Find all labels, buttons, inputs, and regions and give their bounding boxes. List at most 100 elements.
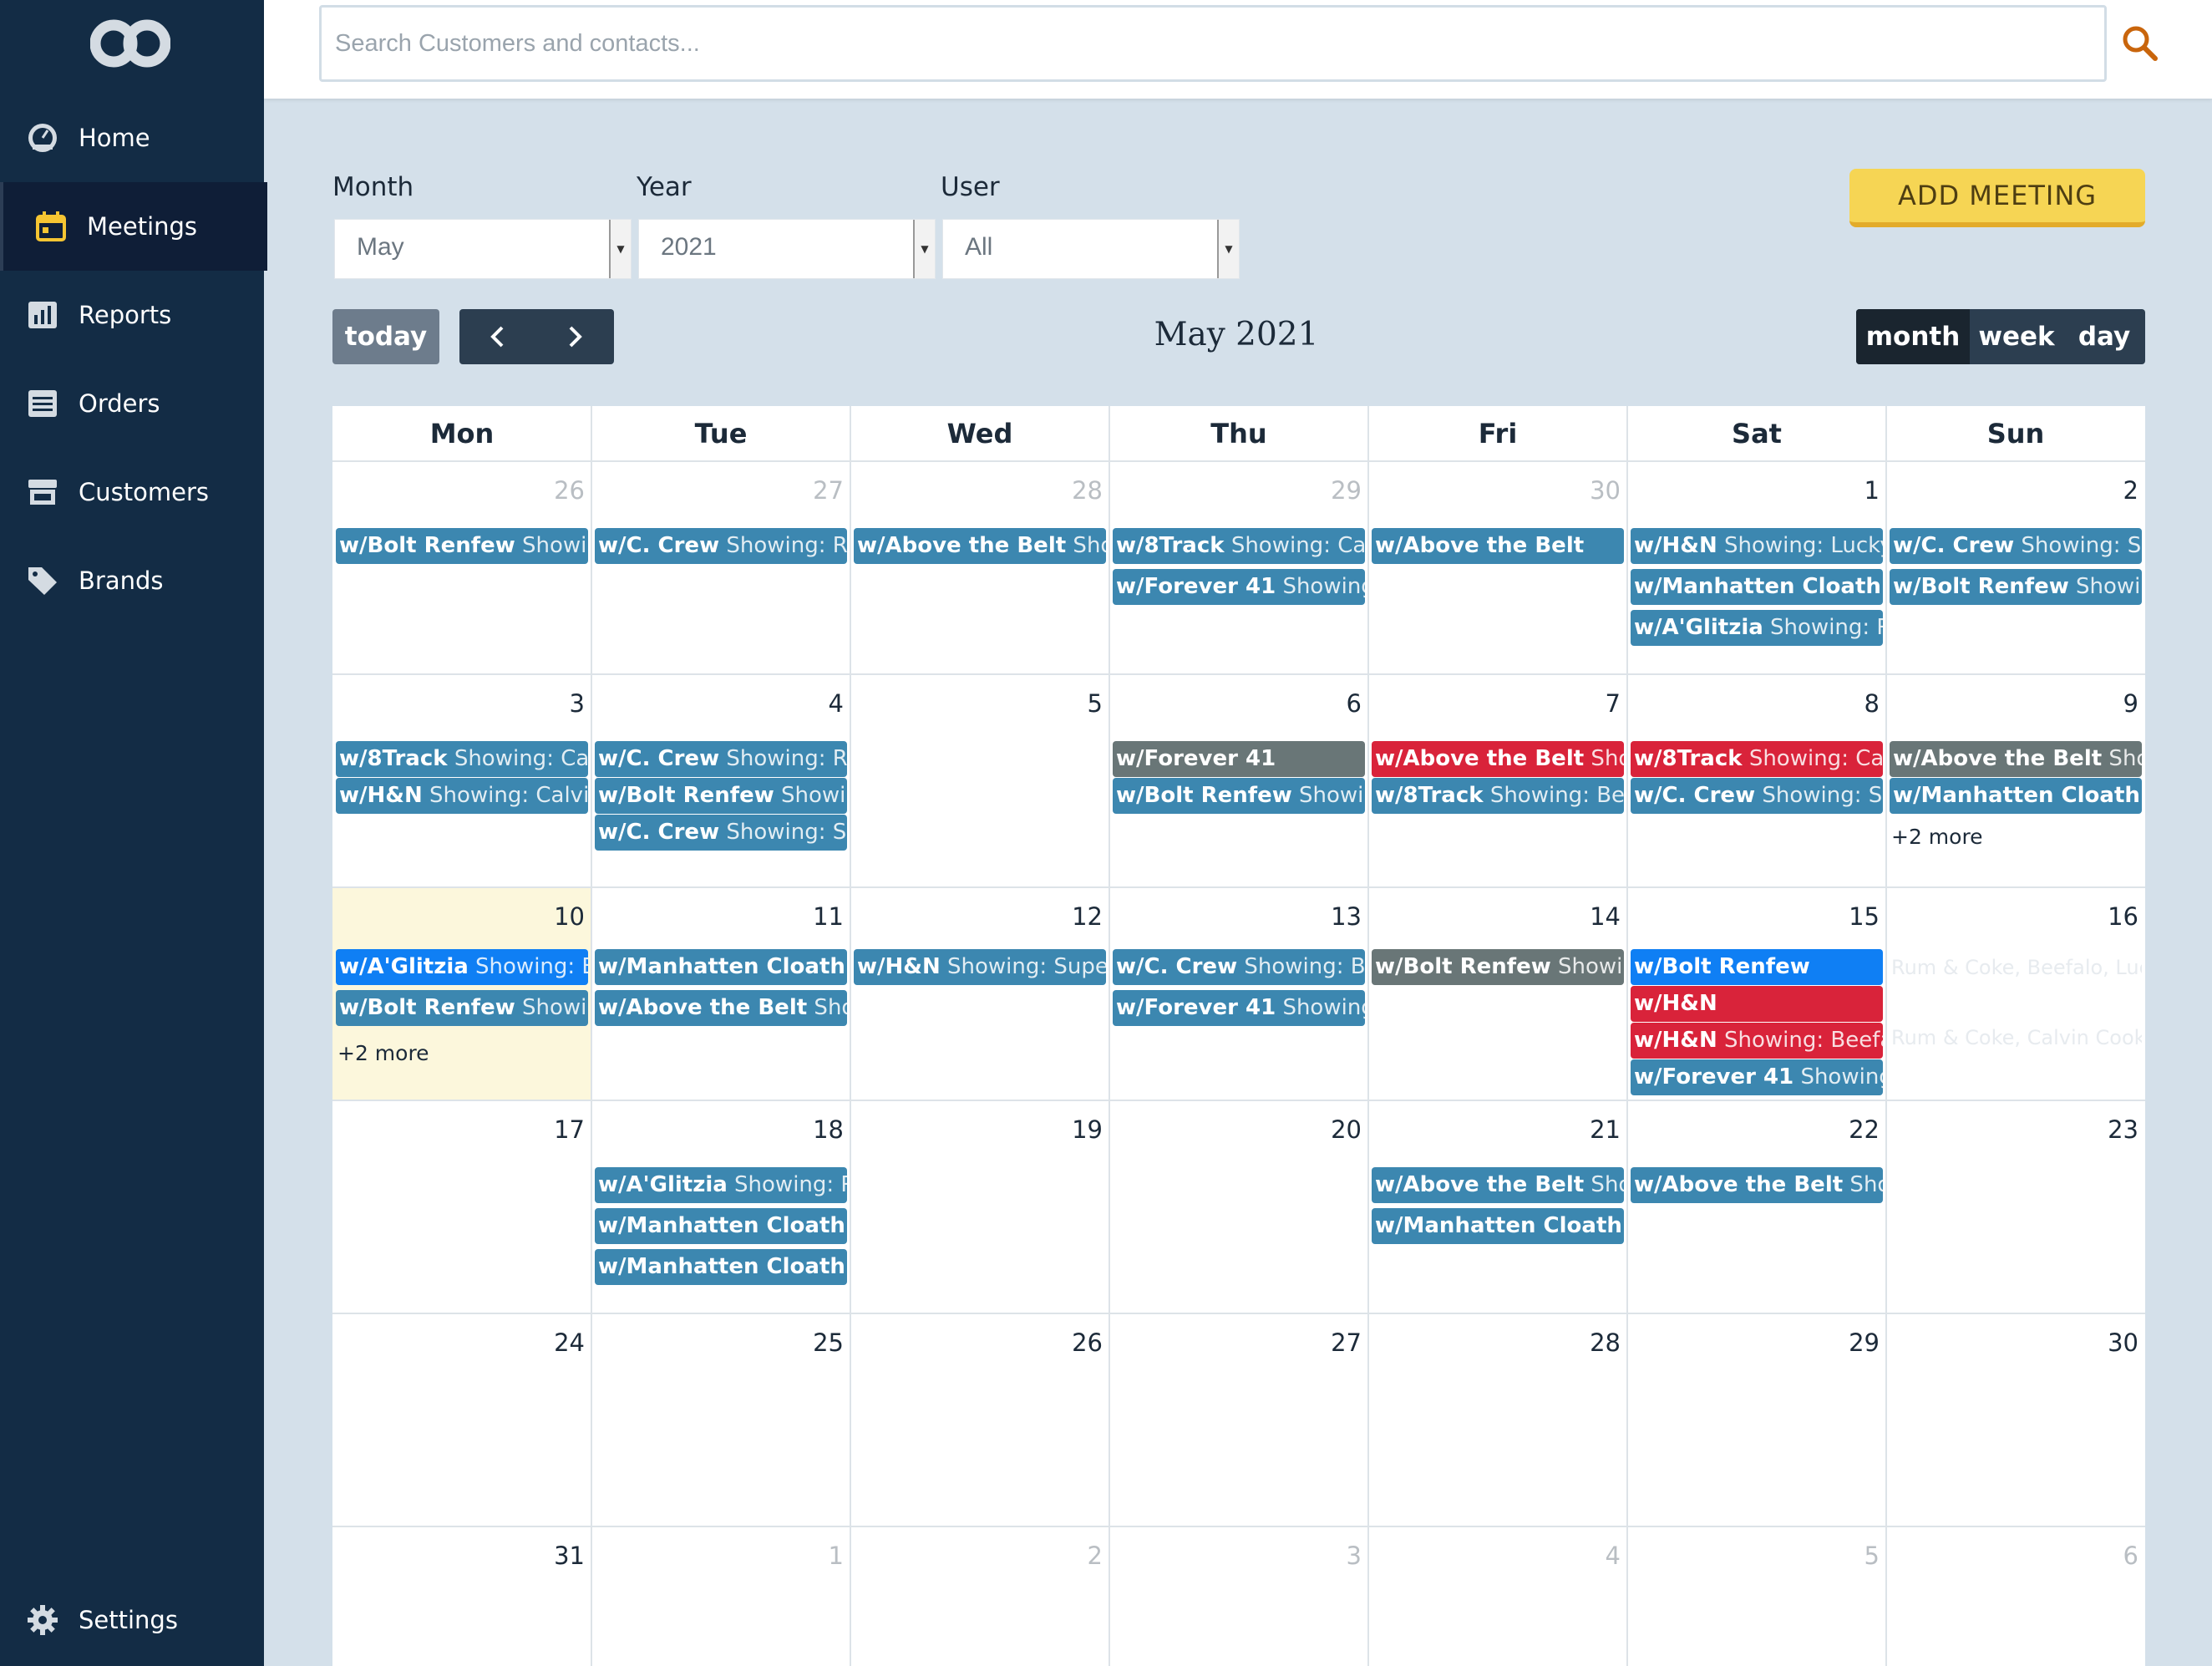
add-meeting-button[interactable]: ADD MEETING: [1849, 169, 2145, 227]
calendar-event[interactable]: w/C. Crew Showing: Super: [1890, 528, 2142, 564]
sidebar-item-brands[interactable]: Brands: [0, 536, 264, 625]
day-number[interactable]: 25: [794, 1328, 844, 1357]
day-number[interactable]: 28: [1053, 476, 1103, 505]
calendar-event[interactable]: w/Above the Belt Showing: [595, 990, 847, 1026]
day-number[interactable]: 7: [1570, 689, 1621, 718]
calendar-event[interactable]: w/H&N Showing: SuperW: [854, 949, 1106, 985]
calendar-event[interactable]: w/Manhatten Cloathing: [1631, 569, 1883, 605]
calendar-event[interactable]: w/Above the Belt: [1372, 528, 1624, 564]
sidebar-item-orders[interactable]: Orders: [0, 359, 264, 448]
calendar-event[interactable]: w/Above the Belt Showing: [854, 528, 1106, 564]
calendar-event[interactable]: w/C. Crew Showing: Super: [595, 815, 847, 851]
calendar-event[interactable]: w/Bolt Renfew Showing: B: [595, 778, 847, 814]
year-select[interactable]: 2021 ▼: [638, 219, 936, 279]
calendar-event[interactable]: w/Above the Belt Showing: [1372, 1167, 1624, 1203]
calendar-event[interactable]: w/C. Crew Showing: Rum: [595, 741, 847, 777]
day-number[interactable]: 17: [535, 1115, 585, 1144]
calendar-event[interactable]: w/Bolt Renfew Showing: S: [1372, 949, 1624, 985]
user-select[interactable]: All ▼: [942, 219, 1240, 279]
calendar-event[interactable]: w/Manhatten Cloathing: [1372, 1208, 1624, 1244]
day-number[interactable]: 8: [1829, 689, 1880, 718]
calendar-event[interactable]: w/8Track Showing: Calvin: [336, 741, 588, 777]
calendar-event[interactable]: w/Bolt Renfew Showing: L: [1113, 778, 1365, 814]
calendar-event[interactable]: w/C. Crew Showing: Super: [1631, 778, 1883, 814]
day-number[interactable]: 31: [535, 1542, 585, 1570]
next-button[interactable]: [536, 309, 613, 364]
day-number[interactable]: 26: [535, 476, 585, 505]
view-month-button[interactable]: month: [1856, 309, 1970, 364]
view-day-button[interactable]: day: [2063, 309, 2145, 364]
day-number[interactable]: 29: [1829, 1328, 1880, 1357]
chevron-down-icon[interactable]: ▼: [913, 220, 935, 278]
day-number[interactable]: 12: [1053, 902, 1103, 931]
day-number[interactable]: 6: [2088, 1542, 2138, 1570]
day-number[interactable]: 27: [794, 476, 844, 505]
calendar-event[interactable]: w/Forever 41 Showing: Be: [1631, 1059, 1883, 1095]
calendar-event[interactable]: w/Manhatten Cloathing: [595, 1249, 847, 1285]
day-number[interactable]: 2: [1053, 1542, 1103, 1570]
calendar-event[interactable]: w/Above the Belt Showing: [1631, 1167, 1883, 1203]
day-number[interactable]: 30: [2088, 1328, 2138, 1357]
chevron-down-icon[interactable]: ▼: [609, 220, 631, 278]
day-number[interactable]: 15: [1829, 902, 1880, 931]
day-number[interactable]: 24: [535, 1328, 585, 1357]
day-number[interactable]: 1: [794, 1542, 844, 1570]
calendar-event[interactable]: w/Forever 41: [1113, 741, 1365, 777]
day-number[interactable]: 4: [794, 689, 844, 718]
calendar-event[interactable]: w/Forever 41 Showing: Lu: [1113, 990, 1365, 1026]
calendar-event[interactable]: w/8Track Showing: Beefalo: [1372, 778, 1624, 814]
day-number[interactable]: 22: [1829, 1115, 1880, 1144]
day-number[interactable]: 14: [1570, 902, 1621, 931]
day-number[interactable]: 19: [1053, 1115, 1103, 1144]
calendar-event[interactable]: w/H&N Showing: Lucky13: [1631, 528, 1883, 564]
sidebar-item-home[interactable]: Home: [0, 94, 264, 182]
calendar-event[interactable]: w/H&N Showing: Beefalo,: [1631, 1023, 1883, 1059]
day-number[interactable]: 27: [1311, 1328, 1362, 1357]
day-number[interactable]: 21: [1570, 1115, 1621, 1144]
calendar-event[interactable]: w/Bolt Renfew Showing: Rum: [336, 528, 588, 564]
day-number[interactable]: 18: [794, 1115, 844, 1144]
calendar-event[interactable]: w/Manhatten Cloathing: [595, 1208, 847, 1244]
day-number[interactable]: 3: [535, 689, 585, 718]
day-number[interactable]: 9: [2088, 689, 2138, 718]
calendar-event[interactable]: w/Bolt Renfew Showing: C: [336, 990, 588, 1026]
calendar-event[interactable]: w/C. Crew Showing: Rum: [595, 528, 847, 564]
sidebar-item-reports[interactable]: Reports: [0, 271, 264, 359]
calendar-event[interactable]: w/Forever 41 Showing: Rum: [1113, 569, 1365, 605]
sidebar-item-customers[interactable]: Customers: [0, 448, 264, 536]
sidebar-item-settings[interactable]: Settings: [0, 1576, 264, 1664]
day-number[interactable]: 4: [1570, 1542, 1621, 1570]
day-number[interactable]: 23: [2088, 1115, 2138, 1144]
sidebar-item-meetings[interactable]: Meetings: [0, 182, 267, 271]
day-number[interactable]: 11: [794, 902, 844, 931]
calendar-event[interactable]: w/A'Glitzia Showing: Rum: [1631, 610, 1883, 646]
calendar-event[interactable]: w/C. Crew Showing: Beefalo: [1113, 949, 1365, 985]
prev-button[interactable]: [459, 309, 536, 364]
calendar-event[interactable]: w/Above the Belt Showing: [1890, 741, 2142, 777]
calendar-event[interactable]: w/Manhatten Cloathing: [1890, 778, 2142, 814]
day-number[interactable]: 2: [2088, 476, 2138, 505]
day-number[interactable]: 1: [1829, 476, 1880, 505]
calendar-event[interactable]: w/Manhatten Cloathing: [595, 949, 847, 985]
day-number[interactable]: 5: [1829, 1542, 1880, 1570]
day-number[interactable]: 26: [1053, 1328, 1103, 1357]
calendar-event[interactable]: w/8Track Showing: Calvin: [1113, 528, 1365, 564]
calendar-event[interactable]: w/A'Glitzia Showing: Beefalo: [336, 949, 588, 985]
calendar-event[interactable]: w/8Track Showing: Calvin: [1631, 741, 1883, 777]
calendar-event[interactable]: w/A'Glitzia Showing: Rum: [595, 1167, 847, 1203]
day-number[interactable]: 28: [1570, 1328, 1621, 1357]
day-number[interactable]: 20: [1311, 1115, 1362, 1144]
day-number[interactable]: 13: [1311, 902, 1362, 931]
search-input[interactable]: [319, 5, 2107, 82]
day-number[interactable]: 10: [535, 902, 585, 931]
more-events-link[interactable]: +2 more: [337, 1041, 429, 1065]
search-icon[interactable]: [2120, 23, 2160, 63]
more-events-link[interactable]: +2 more: [1891, 825, 1983, 849]
day-number[interactable]: 29: [1311, 476, 1362, 505]
day-number[interactable]: 5: [1053, 689, 1103, 718]
today-button[interactable]: today: [332, 309, 439, 364]
calendar-event[interactable]: w/Bolt Renfew: [1631, 949, 1883, 985]
calendar-event[interactable]: w/H&N: [1631, 986, 1883, 1022]
month-select[interactable]: May ▼: [334, 219, 632, 279]
calendar-event[interactable]: w/H&N Showing: Calvin C: [336, 778, 588, 814]
